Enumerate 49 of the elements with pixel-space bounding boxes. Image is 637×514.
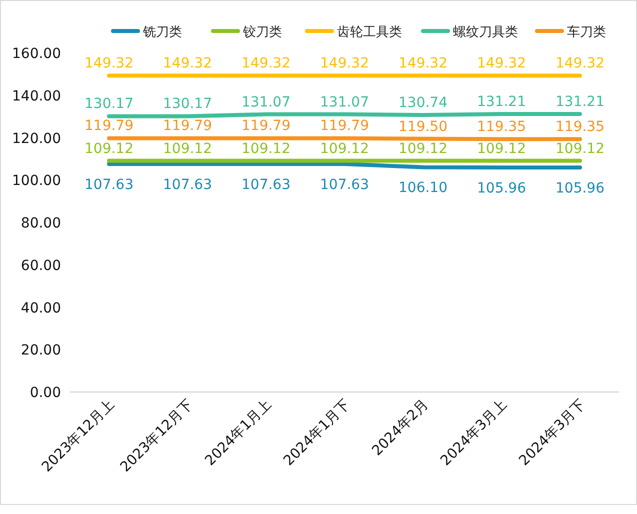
data-label: 130.74: [398, 95, 448, 111]
data-label: 107.63: [242, 176, 290, 193]
data-label: 109.12: [163, 140, 212, 157]
data-label: 107.63: [84, 176, 134, 193]
y-axis-label: 0.00: [30, 385, 61, 401]
data-label: 119.79: [84, 118, 134, 134]
y-axis-label: 40.00: [20, 300, 61, 316]
data-label: 149.32: [477, 56, 526, 72]
y-axis-label: 60.00: [20, 258, 61, 274]
legend-label: 铰刀类: [243, 25, 282, 40]
data-label: 130.17: [84, 96, 134, 112]
data-label: 106.10: [398, 180, 448, 196]
legend-label: 铣刀类: [143, 25, 182, 40]
data-label: 149.32: [556, 56, 604, 72]
data-label: 131.07: [242, 94, 290, 110]
legend-label: 螺纹刀具类: [453, 25, 518, 40]
data-label: 109.12: [477, 140, 526, 157]
data-label: 107.63: [163, 176, 212, 193]
data-label: 131.21: [477, 94, 526, 110]
data-label: 119.35: [556, 119, 604, 136]
data-label: 149.32: [84, 56, 134, 72]
data-label: 131.21: [556, 94, 604, 110]
data-label: 109.12: [320, 140, 369, 157]
data-label: 119.35: [477, 119, 526, 136]
y-axis-label: 160.00: [12, 46, 61, 62]
y-axis-label: 140.00: [12, 88, 61, 104]
data-label: 119.50: [398, 118, 448, 135]
data-label: 107.63: [320, 176, 369, 193]
y-axis-label: 120.00: [12, 130, 61, 147]
data-label: 109.12: [398, 140, 448, 157]
data-label: 105.96: [556, 180, 604, 196]
legend-label: 齿轮工具类: [337, 25, 402, 40]
data-label: 149.32: [398, 56, 448, 72]
data-label: 105.96: [477, 180, 526, 196]
data-label: 149.32: [320, 56, 369, 72]
data-label: 131.07: [320, 94, 369, 110]
legend-label: 车刀类: [567, 25, 606, 40]
y-axis-label: 80.00: [20, 216, 61, 232]
data-label: 149.32: [242, 56, 290, 72]
data-label: 109.12: [242, 140, 290, 157]
y-axis-label: 20.00: [20, 342, 61, 359]
data-label: 119.79: [242, 118, 290, 134]
data-label: 130.17: [163, 96, 212, 112]
data-label: 109.12: [84, 140, 134, 157]
y-axis-label: 100.00: [12, 173, 61, 190]
data-label: 119.79: [320, 118, 369, 134]
data-label: 109.12: [556, 140, 604, 157]
data-label: 149.32: [163, 56, 212, 72]
data-label: 119.79: [163, 118, 212, 134]
